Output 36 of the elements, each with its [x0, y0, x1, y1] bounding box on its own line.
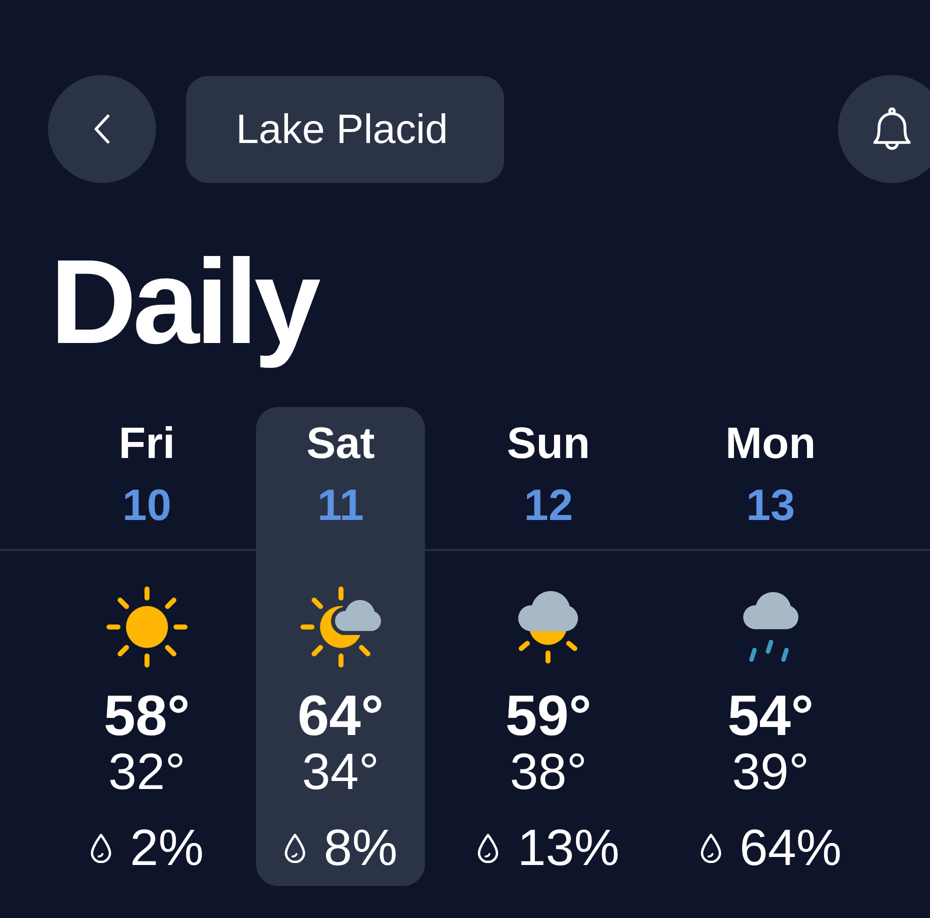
low-temperature: 39°	[732, 744, 810, 800]
bell-icon	[872, 107, 912, 151]
precipitation-chance: 8%	[324, 820, 398, 876]
raindrop-icon	[90, 833, 112, 863]
date-number: 10	[122, 480, 172, 532]
day-column[interactable]: Fri 10 58° 32° 2%	[62, 407, 232, 886]
date-number: 12	[524, 480, 573, 532]
day-name: Sun	[506, 418, 590, 470]
rain-cloud-icon	[742, 590, 800, 664]
back-icon	[93, 114, 111, 144]
day-column[interactable]: Sat 11 64° 34° 8%	[256, 407, 426, 886]
day-name: Mon	[725, 418, 816, 470]
day-name: Sat	[306, 418, 375, 470]
low-temperature: 34°	[302, 744, 380, 800]
cloud-sun-icon	[517, 590, 580, 664]
low-temperature: 32°	[108, 744, 186, 800]
day-column[interactable]: Mon 13 54° 39° 64%	[672, 407, 870, 886]
raindrop-icon	[477, 833, 500, 863]
day-name: Fri	[118, 418, 175, 470]
date-number: 13	[746, 480, 796, 532]
page-title: Daily	[50, 234, 320, 371]
day-column[interactable]: Sun 12 59° 38° 13%	[449, 407, 648, 886]
raindrop-icon	[284, 833, 306, 863]
date-number: 11	[317, 480, 364, 532]
location-button[interactable]: Lake Placid	[186, 76, 504, 182]
sun-icon	[104, 585, 189, 669]
raindrop-icon	[700, 833, 722, 863]
low-temperature: 38°	[510, 744, 588, 800]
high-temperature: 64°	[297, 688, 384, 744]
precipitation-chance: 64%	[740, 820, 842, 876]
high-temperature: 58°	[104, 688, 190, 744]
high-temperature: 59°	[505, 688, 592, 744]
sun-cloud-icon	[298, 585, 383, 669]
precipitation-chance: 13%	[517, 820, 620, 876]
precipitation-chance: 2%	[130, 820, 204, 876]
high-temperature: 54°	[727, 688, 814, 744]
